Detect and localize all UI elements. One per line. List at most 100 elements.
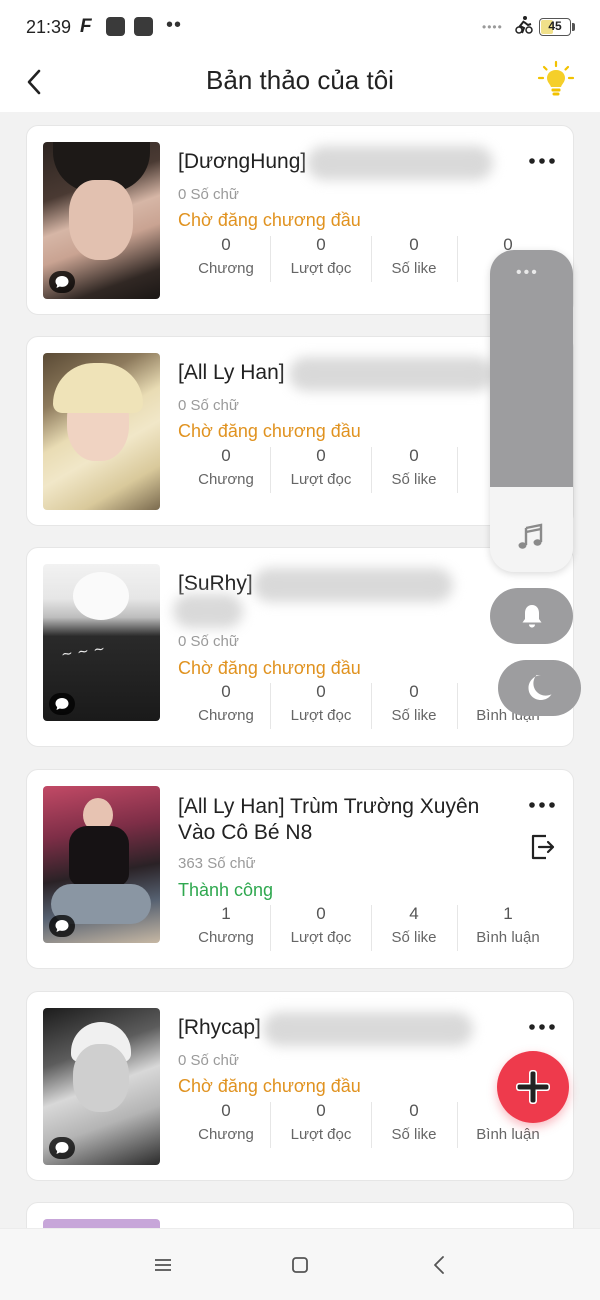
stat-label: Số like bbox=[391, 1126, 437, 1143]
stat-comments: 1 Bình luận bbox=[460, 903, 556, 951]
stat-chapters: 1 Chương bbox=[178, 903, 274, 951]
book-cover[interactable] bbox=[43, 1008, 160, 1165]
stat-divider bbox=[270, 905, 271, 951]
stat-value: 0 bbox=[409, 235, 419, 254]
carrier-icon: F bbox=[80, 16, 92, 37]
more-notifications-icon: •• bbox=[166, 14, 183, 36]
comment-badge bbox=[49, 915, 75, 937]
stat-label: Lượt đọc bbox=[290, 929, 352, 946]
stat-label: Lượt đọc bbox=[290, 707, 352, 724]
word-count: 0 Số chữ bbox=[178, 186, 239, 203]
book-cover[interactable]: ~ ~ ~ bbox=[43, 564, 160, 721]
stat-label: Chương bbox=[198, 929, 254, 946]
stat-label: Lượt đọc bbox=[290, 1126, 352, 1143]
status-text: Chờ đăng chương đầu bbox=[178, 421, 361, 441]
stat-value: 0 bbox=[221, 682, 231, 701]
book-cover[interactable] bbox=[43, 786, 160, 943]
status-text: Chờ đăng chương đầu bbox=[178, 210, 361, 230]
floating-panel-handle[interactable]: ••• bbox=[490, 250, 573, 487]
stat-reads: 0 Lượt đọc bbox=[273, 1100, 369, 1148]
status-bar: 21:39 F •• •••• 45 bbox=[0, 0, 600, 54]
stat-label: Chương bbox=[198, 1126, 254, 1143]
status-text: Thành công bbox=[178, 880, 274, 900]
book-title[interactable]: [DươngHung] bbox=[178, 150, 306, 174]
stat-divider bbox=[270, 1102, 271, 1148]
stat-value: 0 bbox=[316, 904, 326, 923]
signal-icon: •••• bbox=[482, 20, 503, 34]
book-card[interactable]: ~ ~ ~ [SuRhy] 0 Số chữ Chờ đăng chương đ… bbox=[26, 547, 574, 747]
stat-reads: 0 Lượt đọc bbox=[273, 903, 369, 951]
stat-value: 4 bbox=[409, 904, 419, 923]
blurred-title bbox=[253, 568, 453, 602]
status-text: Chờ đăng chương đầu bbox=[178, 1076, 361, 1096]
stat-label: Số like bbox=[391, 471, 437, 488]
moon-icon bbox=[528, 675, 552, 700]
book-title[interactable]: [Rhycap] bbox=[178, 1016, 261, 1040]
menu-icon[interactable] bbox=[151, 1253, 175, 1277]
nav-back-icon[interactable] bbox=[428, 1253, 452, 1277]
notification-icon bbox=[106, 17, 125, 36]
stat-chapters: 0 Chương bbox=[178, 445, 274, 493]
stat-label: Chương bbox=[198, 707, 254, 724]
book-title[interactable]: [All Ly Han] bbox=[178, 361, 285, 385]
cover-art-text: ~ ~ ~ bbox=[60, 641, 106, 663]
stat-value: 0 bbox=[316, 446, 326, 465]
status-text: Chờ đăng chương đầu bbox=[178, 658, 361, 678]
more-options-icon[interactable] bbox=[527, 796, 557, 814]
home-square-icon[interactable] bbox=[288, 1253, 312, 1277]
book-card[interactable]: [Rhycap] 0 Số chữ Chờ đăng chương đầu 0 … bbox=[26, 991, 574, 1181]
more-options-icon[interactable]: ••• bbox=[516, 264, 539, 282]
app-header: Bản thảo của tôi bbox=[0, 54, 600, 112]
stat-likes: 0 Số like bbox=[366, 1100, 462, 1148]
lightbulb-icon[interactable] bbox=[536, 60, 576, 100]
export-icon[interactable] bbox=[527, 832, 557, 862]
status-time: 21:39 bbox=[26, 17, 72, 37]
music-note-icon[interactable] bbox=[516, 522, 546, 552]
book-card[interactable]: [All Ly Han] Trùm Trường Xuyên Vào Cô Bé… bbox=[26, 769, 574, 969]
stat-likes: 4 Số like bbox=[366, 903, 462, 951]
word-count: 0 Số chữ bbox=[178, 1052, 239, 1069]
book-title[interactable]: [All Ly Han] Trùm Trường Xuyên Vào Cô Bé… bbox=[178, 794, 508, 846]
stat-value: 0 bbox=[221, 446, 231, 465]
book-cover[interactable] bbox=[43, 142, 160, 299]
stat-likes: 0 Số like bbox=[366, 445, 462, 493]
stat-chapters: 0 Chương bbox=[178, 1100, 274, 1148]
stat-value: 0 bbox=[221, 235, 231, 254]
stat-label: Lượt đọc bbox=[290, 260, 352, 277]
book-title[interactable]: [SuRhy] bbox=[178, 572, 253, 596]
add-book-button[interactable] bbox=[497, 1051, 569, 1123]
blurred-title bbox=[173, 594, 243, 628]
comment-icon bbox=[55, 698, 69, 710]
plus-icon bbox=[516, 1070, 550, 1104]
bell-button[interactable] bbox=[490, 588, 573, 644]
activity-icon bbox=[515, 16, 533, 34]
stat-label: Bình luận bbox=[476, 929, 540, 946]
word-count: 363 Số chữ bbox=[178, 855, 256, 872]
book-cover[interactable] bbox=[43, 353, 160, 510]
stat-label: Chương bbox=[198, 471, 254, 488]
blurred-title bbox=[289, 357, 494, 391]
stat-value: 0 bbox=[221, 1101, 231, 1120]
blurred-title bbox=[307, 146, 493, 180]
stat-chapters: 0 Chương bbox=[178, 681, 274, 729]
comment-icon bbox=[55, 1142, 69, 1154]
stat-divider bbox=[270, 447, 271, 493]
stat-divider bbox=[270, 683, 271, 729]
comment-badge bbox=[49, 693, 75, 715]
system-nav-bar bbox=[0, 1228, 600, 1300]
stat-value: 0 bbox=[316, 235, 326, 254]
word-count: 0 Số chữ bbox=[178, 633, 239, 650]
word-count: 0 Số chữ bbox=[178, 397, 239, 414]
more-options-icon[interactable] bbox=[527, 152, 557, 170]
stat-label: Chương bbox=[198, 260, 254, 277]
night-mode-button[interactable] bbox=[498, 660, 581, 716]
stat-divider bbox=[457, 447, 458, 493]
more-options-icon[interactable] bbox=[527, 1018, 557, 1036]
floating-panel[interactable]: ••• bbox=[490, 250, 573, 572]
stat-likes: 0 Số like bbox=[366, 681, 462, 729]
comment-icon bbox=[55, 920, 69, 932]
stat-label: Số like bbox=[391, 707, 437, 724]
comment-badge bbox=[49, 271, 75, 293]
page-title: Bản thảo của tôi bbox=[206, 65, 394, 95]
book-stats: 1 Chương 0 Lượt đọc 4 Số like 1 Bình luậ… bbox=[178, 903, 560, 953]
